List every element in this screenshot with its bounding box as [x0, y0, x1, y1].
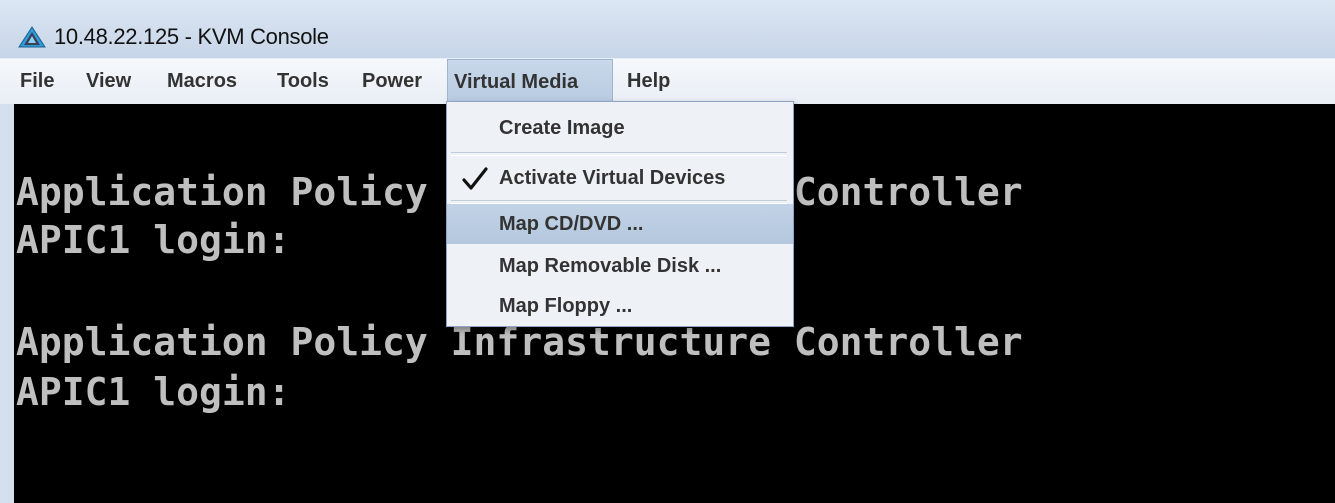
menu-bar: File View Macros Tools Power Virtual Med… [0, 58, 1335, 105]
menu-power[interactable]: Power [356, 59, 428, 103]
menu-file[interactable]: File [14, 59, 60, 103]
menu-item-label: Activate Virtual Devices [499, 167, 726, 189]
title-bar[interactable]: 10.48.22.125 - KVM Console [0, 0, 1335, 58]
menu-item-map-cd-dvd[interactable]: Map CD/DVD ... [447, 204, 793, 244]
menu-item-map-removable-disk[interactable]: Map Removable Disk ... [447, 246, 793, 286]
menu-tools[interactable]: Tools [271, 59, 335, 103]
menu-item-create-image[interactable]: Create Image [447, 108, 793, 148]
menu-virtual-media[interactable]: Virtual Media [447, 59, 613, 103]
checkmark-icon [462, 167, 488, 190]
window-title: 10.48.22.125 - KVM Console [54, 24, 329, 49]
console-line: APIC1 login: [16, 370, 291, 414]
menu-item-map-floppy[interactable]: Map Floppy ... [447, 286, 793, 326]
menu-macros[interactable]: Macros [161, 59, 243, 103]
menu-view[interactable]: View [80, 59, 137, 103]
kvm-console-window: 10.48.22.125 - KVM Console File View Mac… [0, 0, 1335, 503]
menu-help[interactable]: Help [621, 59, 676, 103]
console-line: APIC1 login: [16, 218, 291, 262]
menu-item-activate-virtual-devices[interactable]: Activate Virtual Devices [447, 158, 793, 198]
window-left-border [0, 104, 14, 503]
virtual-media-dropdown: Create Image Activate Virtual Devices Ma… [446, 101, 794, 327]
menu-separator [451, 152, 787, 156]
kvm-triangle-icon [18, 26, 46, 48]
